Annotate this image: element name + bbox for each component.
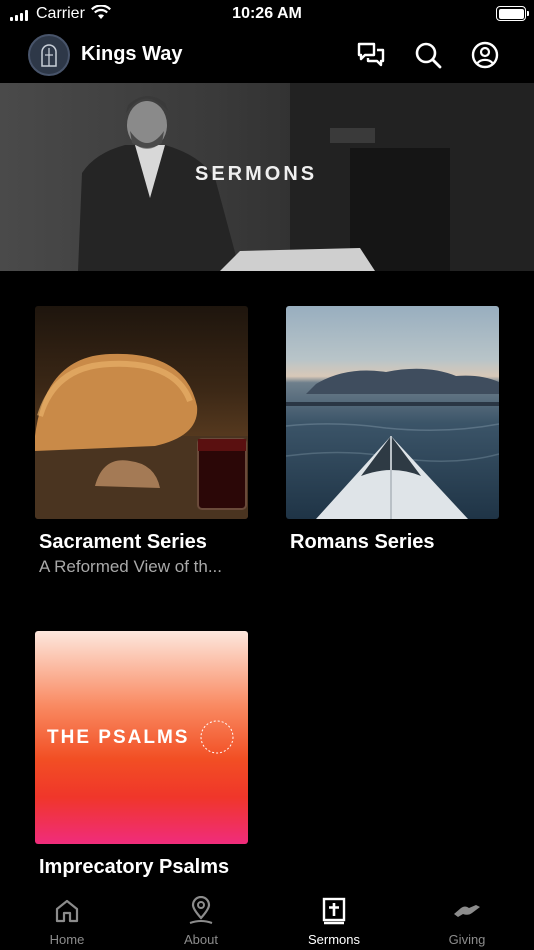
tab-label: Giving (448, 932, 486, 947)
status-bar: Carrier 10:26 AM (0, 0, 534, 28)
tab-giving[interactable]: Giving (400, 887, 534, 950)
series-title: Imprecatory Psalms (39, 856, 230, 878)
location-pin-icon (189, 896, 213, 924)
series-card-imprecatory-psalms[interactable]: THE PSALMS Imprecatory Psalms (35, 631, 248, 879)
hero-title: SERMONS (195, 163, 318, 185)
church-window-icon (41, 44, 57, 67)
tab-about[interactable]: About (134, 887, 268, 950)
church-logo[interactable] (28, 34, 70, 76)
series-title: Sacrament Series (39, 531, 207, 553)
app-header: Kings Way (0, 28, 534, 83)
tab-label: About (184, 932, 218, 947)
series-thumbnail: THE PSALMS (35, 631, 248, 844)
series-thumbnail (35, 306, 248, 519)
bottom-tab-bar: Home About Sermons Giving (0, 887, 534, 950)
series-thumbnail (286, 306, 499, 519)
circular-seal-icon (200, 720, 234, 754)
tab-sermons[interactable]: Sermons (267, 887, 401, 950)
series-subtitle: A Reformed View of th... (39, 557, 222, 576)
status-time: 10:26 AM (232, 5, 302, 22)
battery-icon (496, 6, 529, 21)
tab-label: Sermons (307, 932, 361, 947)
search-icon (415, 42, 442, 69)
chat-button[interactable] (356, 40, 386, 70)
account-icon (471, 41, 499, 69)
chat-icon (357, 42, 385, 67)
bread-wine-image (35, 353, 248, 519)
giving-hand-icon (454, 905, 480, 917)
tab-home[interactable]: Home (0, 887, 134, 950)
home-icon (55, 899, 79, 923)
kayak-lake-image (286, 368, 499, 519)
series-card-sacrament[interactable]: Sacrament Series A Reformed View of th..… (35, 306, 248, 577)
sermons-hero-banner: SERMONS (0, 83, 534, 271)
bible-icon (322, 897, 346, 925)
app-title: Kings Way (81, 43, 183, 65)
account-button[interactable] (470, 40, 500, 70)
series-title: Romans Series (290, 531, 435, 553)
psalms-artwork-text: THE PSALMS (47, 727, 190, 748)
tab-label: Home (49, 932, 85, 947)
series-card-romans[interactable]: Romans Series (286, 306, 499, 554)
search-button[interactable] (413, 40, 443, 70)
